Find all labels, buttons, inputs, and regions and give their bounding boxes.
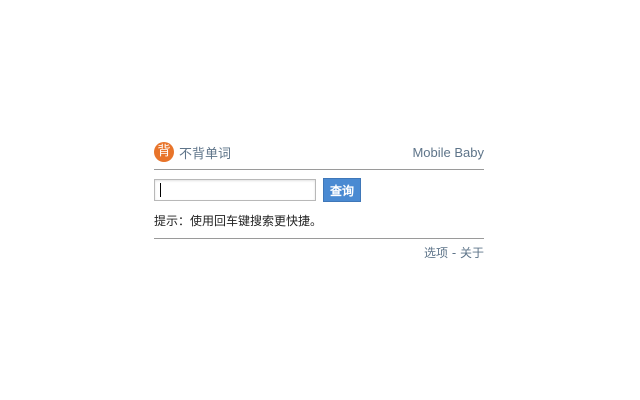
divider-top	[154, 169, 484, 170]
search-button[interactable]: 查询	[323, 178, 361, 202]
search-row: 查询	[154, 178, 484, 202]
search-input-wrap	[154, 179, 316, 202]
footer-separator: -	[451, 246, 460, 260]
app-name: 不背单词	[179, 146, 232, 162]
divider-bottom	[154, 238, 484, 239]
app-logo-icon: 背	[154, 142, 174, 162]
footer: 选项 - 关于	[154, 244, 484, 261]
text-cursor	[160, 182, 161, 197]
brand: 背 不背单词	[154, 142, 231, 162]
header: 背 不背单词 Mobile Baby	[154, 140, 484, 164]
search-input[interactable]	[154, 179, 316, 202]
brand-label: Mobile Baby	[412, 144, 484, 160]
hint-text: 提示：使用回车键搜索更快捷。	[154, 214, 323, 228]
about-link[interactable]: 关于	[460, 246, 484, 260]
popup-panel: 背 不背单词 Mobile Baby 查询 提示：使用回车键搜索更快捷。 选项 …	[154, 140, 484, 261]
options-link[interactable]: 选项	[424, 246, 448, 260]
